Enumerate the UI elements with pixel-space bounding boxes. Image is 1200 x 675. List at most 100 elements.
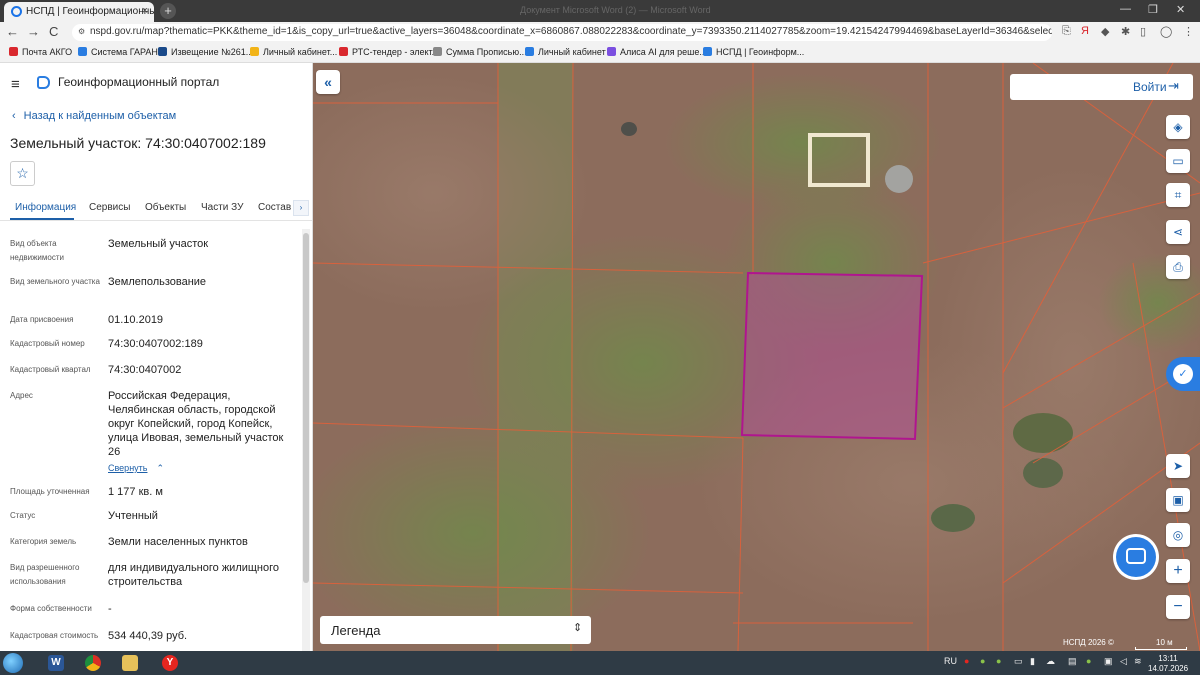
field-value: для индивидуального жилищного строительс… bbox=[108, 562, 280, 588]
maximize-icon[interactable]: ❐ bbox=[1148, 3, 1158, 16]
profile-icon[interactable]: ◯ bbox=[1160, 25, 1172, 38]
menu-icon[interactable]: ≡ bbox=[11, 76, 20, 93]
tray-icon[interactable]: ● bbox=[980, 656, 985, 666]
chat-button[interactable] bbox=[1116, 537, 1156, 577]
back-to-results-link[interactable]: ‹ Назад к найденным объектам bbox=[12, 110, 176, 122]
cadastral-number-value: 74:30:0407002:189 bbox=[108, 338, 203, 350]
bookmark-item[interactable]: Личный кабинет... bbox=[250, 47, 337, 57]
browser-tab[interactable]: НСПД | Геоинформационный п × bbox=[4, 2, 154, 22]
bookmark-item[interactable]: Сумма Прописью... bbox=[433, 47, 527, 57]
forward-icon[interactable]: → bbox=[27, 24, 40, 39]
favorite-star-icon[interactable]: ☆ bbox=[10, 161, 35, 186]
chevron-left-icon: ‹ bbox=[12, 110, 16, 122]
print-icon[interactable]: ⎙ bbox=[1166, 255, 1190, 279]
network-icon[interactable]: ▭ bbox=[1014, 656, 1023, 667]
field-key: Вид земельного участка bbox=[10, 277, 100, 286]
screen-icon[interactable]: ▣ bbox=[1166, 488, 1190, 512]
scrollbar-thumb[interactable] bbox=[303, 233, 309, 583]
field-key: Статус bbox=[10, 511, 36, 520]
tab-title: НСПД | Геоинформационный п bbox=[26, 6, 154, 17]
ruler-icon[interactable]: ▭ bbox=[1166, 149, 1190, 173]
window-close-icon[interactable]: ✕ bbox=[1176, 3, 1185, 16]
locate-icon[interactable]: ➤ bbox=[1166, 454, 1190, 478]
bookmark-item[interactable]: Личный кабинет bbox=[525, 47, 606, 57]
layers-icon[interactable]: ◈ bbox=[1166, 115, 1190, 139]
word-app-icon[interactable]: W bbox=[48, 655, 64, 671]
translate-icon[interactable]: ⎘ bbox=[1062, 25, 1071, 38]
chrome-app-icon[interactable] bbox=[85, 655, 101, 671]
puzzle-icon[interactable]: ✱ bbox=[1121, 25, 1130, 38]
map-view[interactable]: « Войти ⇥ ◈ ▭ ⌗ ⋖ ⎙ ✓ ➤ ▣ ◎ + − Легенда … bbox=[313, 63, 1200, 651]
yandex-app-icon[interactable]: Y bbox=[162, 655, 178, 671]
wifi-icon[interactable]: ≋ bbox=[1134, 656, 1142, 667]
bookmark-icon bbox=[9, 47, 18, 56]
selected-parcel[interactable] bbox=[740, 271, 924, 441]
tray-icon[interactable]: ● bbox=[1086, 656, 1091, 666]
reload-icon[interactable]: C bbox=[49, 24, 58, 39]
site-favicon-icon bbox=[11, 6, 22, 17]
legend-label: Легенда bbox=[331, 623, 381, 638]
start-button-icon[interactable] bbox=[3, 653, 23, 673]
bookmark-item[interactable]: Почта АКГО bbox=[9, 47, 72, 57]
collapse-address-link[interactable]: Свернуть ⌃ bbox=[108, 461, 288, 475]
language-indicator[interactable]: RU bbox=[944, 656, 957, 666]
tab-info[interactable]: Информация bbox=[15, 202, 76, 213]
browser-tab-bar: НСПД | Геоинформационный п × + Документ … bbox=[0, 0, 1200, 22]
field-key: Вид разрешенного использования bbox=[10, 563, 80, 586]
chevron-up-icon: ⌃ bbox=[156, 463, 165, 473]
extension-icon[interactable]: ◆ bbox=[1101, 25, 1109, 38]
site-info-icon[interactable]: ⚙ bbox=[78, 27, 85, 36]
tray-icon[interactable]: ● bbox=[996, 656, 1001, 666]
tab-parts[interactable]: Части ЗУ bbox=[201, 202, 243, 213]
bookmarks-bar: Почта АКГО Система ГАРАНТ Извещение №261… bbox=[0, 43, 1200, 63]
field-key: Кадастровый квартал bbox=[10, 365, 91, 374]
cloud-icon[interactable]: ☁ bbox=[1046, 656, 1055, 667]
field-value: Учтенный bbox=[108, 510, 158, 522]
bookmark-icon bbox=[703, 47, 712, 56]
battery-icon[interactable]: ▮ bbox=[1030, 656, 1035, 667]
speaker-icon[interactable]: ◁ bbox=[1120, 656, 1127, 667]
zoom-out-icon[interactable]: − bbox=[1166, 595, 1190, 619]
browser-menu-icon[interactable]: ⋮ bbox=[1183, 25, 1194, 38]
tab-services[interactable]: Сервисы bbox=[89, 202, 130, 213]
bookmark-item[interactable]: Система ГАРАНТ bbox=[78, 47, 163, 57]
tab-composition[interactable]: Состав bbox=[258, 202, 291, 213]
legend-dropdown[interactable]: Легенда ⇕ bbox=[320, 616, 591, 644]
select-icon[interactable]: ⌗ bbox=[1166, 183, 1190, 207]
field-value: Земли населенных пунктов bbox=[108, 536, 248, 548]
close-tab-icon[interactable]: × bbox=[142, 5, 148, 17]
sidebar-icon[interactable]: ▯ bbox=[1140, 25, 1146, 38]
bookmark-item[interactable]: Извещение №261... bbox=[158, 47, 253, 57]
login-button[interactable]: Войти ⇥ bbox=[1010, 74, 1193, 100]
yandex-extension-icon[interactable]: Я bbox=[1081, 25, 1089, 37]
feedback-tab[interactable]: ✓ bbox=[1166, 357, 1200, 391]
tabs-scroll-right-icon[interactable]: › bbox=[293, 200, 309, 216]
explorer-app-icon[interactable] bbox=[122, 655, 138, 671]
back-link-label: Назад к найденным объектам bbox=[23, 110, 177, 122]
address-bar-row: ← → C ⚙ nspd.gov.ru/map?thematic=PKK&the… bbox=[0, 22, 1200, 43]
tab-objects[interactable]: Объекты bbox=[145, 202, 186, 213]
back-icon[interactable]: ← bbox=[6, 24, 19, 39]
printer-tray-icon[interactable]: ▤ bbox=[1068, 656, 1077, 667]
field-key: Категория земель bbox=[10, 537, 77, 546]
yandex-tray-icon[interactable]: ● bbox=[964, 656, 969, 666]
url-text: nspd.gov.ru/map?thematic=PKK&theme_id=1&… bbox=[90, 26, 1052, 37]
minimize-icon[interactable]: — bbox=[1120, 3, 1131, 15]
share-icon[interactable]: ⋖ bbox=[1166, 220, 1190, 244]
bookmark-item[interactable]: НСПД | Геоинформ... bbox=[703, 47, 804, 57]
zoom-in-icon[interactable]: + bbox=[1166, 559, 1190, 583]
bookmark-item[interactable]: Алиса AI для реше... bbox=[607, 47, 707, 57]
portal-logo-icon bbox=[37, 76, 50, 89]
bookmark-icon bbox=[250, 47, 259, 56]
field-key: Вид объекта недвижимости bbox=[10, 239, 64, 262]
field-value: 01.10.2019 bbox=[108, 314, 164, 326]
bookmark-item[interactable]: РТС-тендер - элект... bbox=[339, 47, 439, 57]
collapse-panel-icon[interactable]: « bbox=[316, 70, 340, 94]
panel-scrollbar[interactable] bbox=[302, 229, 310, 651]
taskbar-clock[interactable]: 13:11 14.07.2026 bbox=[1148, 654, 1188, 674]
url-input[interactable]: ⚙ nspd.gov.ru/map?thematic=PKK&theme_id=… bbox=[72, 24, 1052, 41]
screen-tray-icon[interactable]: ▣ bbox=[1104, 656, 1113, 667]
scale-bar bbox=[1135, 647, 1187, 650]
geoposition-icon[interactable]: ◎ bbox=[1166, 523, 1190, 547]
new-tab-button[interactable]: + bbox=[160, 3, 176, 19]
